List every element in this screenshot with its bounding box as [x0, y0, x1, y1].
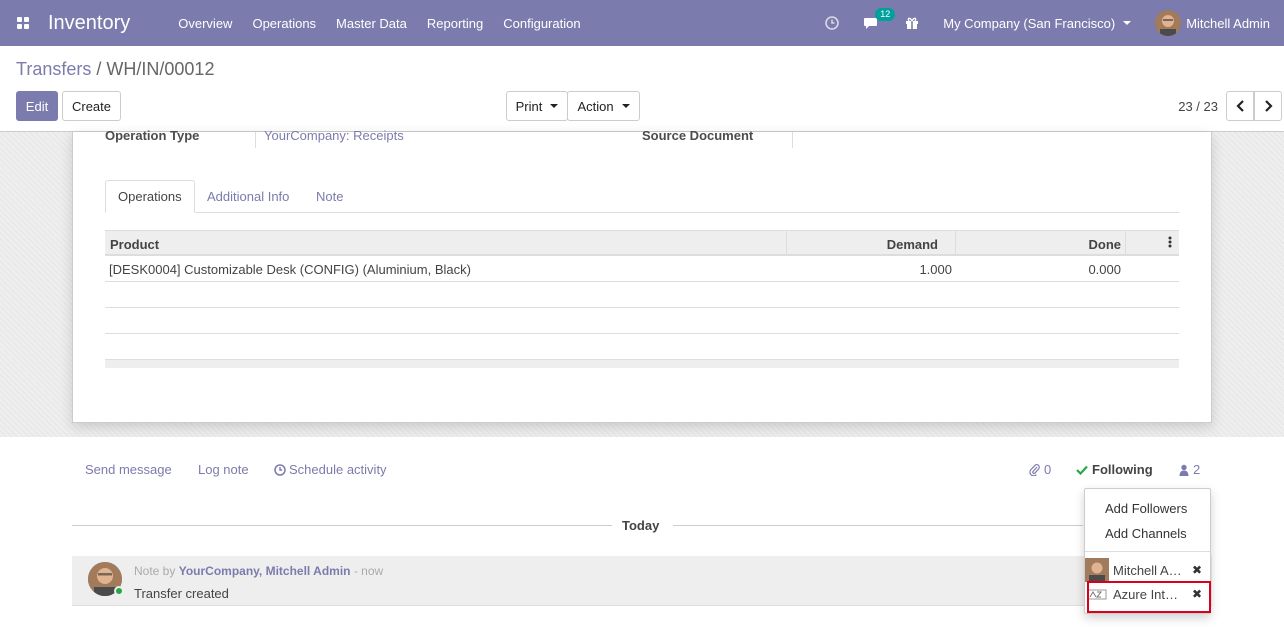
row-demand: 1.000	[919, 262, 952, 277]
top-navbar: Inventory Overview Operations Master Dat…	[0, 0, 1284, 46]
date-separator: Today	[622, 518, 660, 533]
company-switcher[interactable]: My Company (San Francisco)	[943, 15, 1132, 31]
row-done: 0.000	[1088, 262, 1121, 277]
user-icon	[1179, 464, 1189, 476]
schedule-activity-label: Schedule activity	[289, 462, 387, 477]
attachments-button[interactable]: 0	[1029, 462, 1051, 477]
paperclip-icon	[1029, 463, 1040, 476]
date-separator-line	[72, 525, 612, 526]
pager-next-button[interactable]	[1254, 91, 1282, 121]
menu-configuration[interactable]: Configuration	[503, 16, 580, 31]
add-channels-item[interactable]: Add Channels	[1105, 526, 1187, 541]
message-time: - now	[353, 564, 384, 578]
form-sheet: Operation Type YourCompany: Receipts Sou…	[72, 128, 1212, 423]
messages-icon[interactable]: 12	[863, 8, 896, 30]
menu-overview[interactable]: Overview	[178, 16, 232, 31]
action-button[interactable]: Action	[567, 91, 640, 121]
message-header: Note by YourCompany, Mitchell Admin - no…	[134, 564, 383, 578]
table-row-empty	[105, 282, 1179, 308]
date-separator-line	[673, 525, 1083, 526]
breadcrumb-current: WH/IN/00012	[106, 59, 215, 79]
table-footer	[105, 360, 1179, 368]
followers-count: 2	[1193, 462, 1201, 477]
chevron-left-icon	[1235, 100, 1244, 112]
column-divider	[786, 231, 787, 255]
breadcrumb: Transfers / WH/IN/00012	[16, 59, 214, 80]
pager-value[interactable]: 23 / 23	[1178, 99, 1218, 114]
following-label: Following	[1092, 462, 1153, 477]
close-icon[interactable]: ✖	[1192, 563, 1202, 577]
table-row-empty	[105, 308, 1179, 334]
optional-columns-icon[interactable]	[1168, 235, 1172, 252]
schedule-activity-button[interactable]: Schedule activity	[274, 462, 387, 477]
edit-button[interactable]: Edit	[16, 91, 58, 121]
print-label: Print	[515, 98, 543, 114]
apps-menu-icon[interactable]	[0, 0, 46, 46]
follower-item[interactable]: Mitchell A… ✖	[1085, 558, 1210, 582]
table-header: Product Demand Done	[105, 230, 1179, 256]
add-followers-item[interactable]: Add Followers	[1105, 501, 1187, 516]
chevron-down-icon	[1123, 21, 1132, 25]
follower-avatar	[1085, 558, 1109, 582]
row-product: [DESK0004] Customizable Desk (CONFIG) (A…	[109, 262, 471, 277]
column-divider	[955, 231, 956, 255]
message-prefix: Note by	[134, 564, 176, 578]
chevron-right-icon	[1264, 100, 1273, 112]
operation-type-label: Operation Type	[105, 128, 200, 143]
column-demand[interactable]: Demand	[887, 237, 938, 252]
breadcrumb-transfers[interactable]: Transfers	[16, 59, 91, 79]
follower-name: Mitchell A…	[1113, 562, 1182, 578]
action-label: Action	[577, 98, 614, 114]
user-name: Mitchell Admin	[1186, 15, 1270, 31]
followers-button[interactable]: 2	[1179, 462, 1200, 477]
table-row-empty	[105, 334, 1179, 360]
menu-master-data[interactable]: Master Data	[336, 16, 407, 31]
source-document-label: Source Document	[642, 128, 754, 143]
chatter-message: Note by YourCompany, Mitchell Admin - no…	[72, 556, 1212, 606]
user-avatar	[1155, 10, 1182, 36]
messages-badge: 12	[875, 8, 896, 21]
dropdown-divider	[1085, 551, 1210, 552]
user-menu[interactable]: Mitchell Admin	[1155, 10, 1270, 36]
operation-type-value[interactable]: YourCompany: Receipts	[264, 128, 404, 143]
tab-additional-info[interactable]: Additional Info	[195, 180, 301, 213]
column-done[interactable]: Done	[1089, 237, 1122, 252]
table-row[interactable]: [DESK0004] Customizable Desk (CONFIG) (A…	[105, 256, 1179, 282]
following-button[interactable]: Following	[1076, 462, 1153, 477]
pager-previous-button[interactable]	[1226, 91, 1254, 121]
online-status-icon	[114, 586, 124, 596]
tab-operations[interactable]: Operations	[105, 180, 195, 213]
tab-note[interactable]: Note	[304, 180, 355, 213]
check-icon	[1076, 465, 1088, 475]
control-panel: Transfers / WH/IN/00012 Edit Create Prin…	[0, 46, 1284, 132]
column-divider	[1125, 231, 1126, 255]
attachments-count: 0	[1044, 462, 1052, 477]
selection-highlight	[1087, 581, 1211, 613]
notebook-tabs: Operations Additional Info Note	[105, 180, 1179, 213]
form-view-area: Operation Type YourCompany: Receipts Sou…	[0, 128, 1284, 437]
menu-operations[interactable]: Operations	[252, 16, 316, 31]
menu-reporting[interactable]: Reporting	[427, 16, 483, 31]
message-body: Transfer created	[134, 586, 229, 601]
column-product[interactable]: Product	[110, 237, 159, 252]
chevron-down-icon	[621, 104, 630, 108]
message-author[interactable]: YourCompany, Mitchell Admin	[179, 564, 351, 578]
field-divider	[255, 132, 256, 148]
field-divider	[792, 132, 793, 148]
activity-clock-icon[interactable]	[825, 16, 840, 30]
gift-icon[interactable]	[905, 16, 919, 30]
breadcrumb-separator: /	[96, 59, 102, 79]
send-message-button[interactable]: Send message	[85, 462, 172, 477]
app-name[interactable]: Inventory	[48, 12, 130, 35]
clock-icon	[274, 463, 286, 476]
chevron-down-icon	[550, 104, 559, 108]
create-button[interactable]: Create	[62, 91, 121, 121]
print-button[interactable]: Print	[506, 91, 568, 121]
company-name: My Company (San Francisco)	[943, 15, 1116, 31]
log-note-button[interactable]: Log note	[198, 462, 249, 477]
operations-table: Product Demand Done [DESK0004] Customiza…	[105, 230, 1179, 368]
